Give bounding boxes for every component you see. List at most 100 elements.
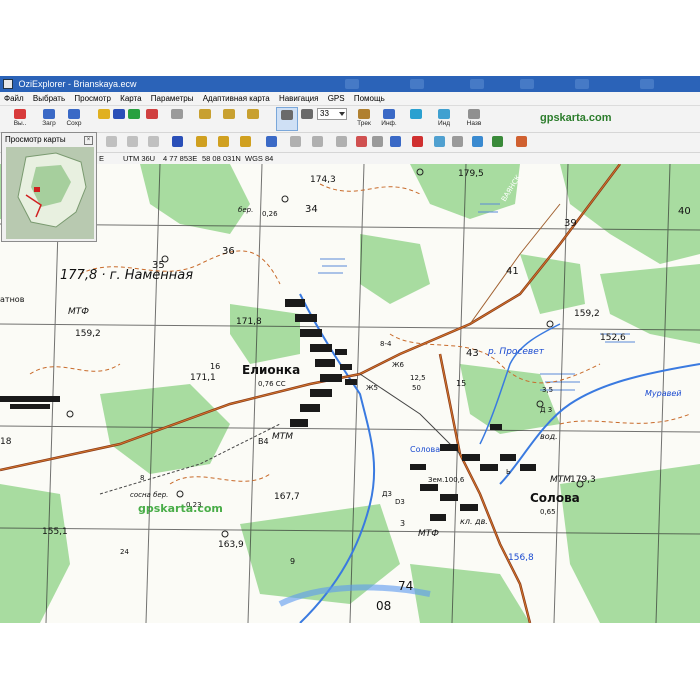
menu-navigation[interactable]: Навигация — [276, 92, 322, 105]
map-number-label: D3 — [395, 498, 405, 506]
height-label: 163,9 — [218, 540, 244, 550]
event-tool-button[interactable] — [141, 107, 163, 131]
zoom-level-select[interactable]: 33 — [317, 108, 347, 120]
tool-icon[interactable] — [516, 136, 527, 147]
atnov-label: атнов — [0, 295, 25, 304]
height-label: 156,8 — [508, 553, 534, 563]
info-button[interactable]: Инф. — [378, 107, 400, 131]
height-label: Д 3 — [540, 406, 552, 414]
zoom-in-button[interactable] — [276, 107, 298, 131]
zoom-out-button[interactable] — [296, 107, 318, 131]
menu-file[interactable]: Файл — [1, 92, 27, 105]
grid-number-label: 08 — [376, 599, 391, 613]
height-label: 0,76 СС — [258, 380, 286, 388]
pnt-icon[interactable] — [266, 136, 277, 147]
map-tool-button[interactable] — [166, 107, 188, 131]
tool-icon[interactable] — [434, 136, 445, 147]
taskbar-ghost-icon — [520, 79, 534, 89]
load-button[interactable]: Загр — [38, 107, 60, 131]
proximity-tool-button[interactable] — [242, 107, 264, 131]
secondary-toolbar — [0, 133, 700, 153]
exit-button[interactable]: Вы.. — [9, 107, 31, 131]
tool-icon[interactable] — [492, 136, 503, 147]
map-icon[interactable] — [172, 136, 183, 147]
northing-readout: 58 08 031N — [202, 154, 241, 163]
datum-readout: WGS 84 — [245, 154, 274, 163]
rte-icon[interactable] — [218, 136, 229, 147]
indicator-button[interactable]: Инд — [433, 107, 455, 131]
names-icon — [468, 109, 480, 119]
track-button[interactable]: Трек — [353, 107, 375, 131]
zoom-100-icon[interactable] — [106, 136, 117, 147]
muravei-label: Муравей — [645, 389, 681, 398]
save-button[interactable]: Сохр — [63, 107, 85, 131]
height-label: 155,1 — [42, 527, 68, 537]
height-label: 171,8 — [236, 317, 262, 327]
menu-select[interactable]: Выбрать — [30, 92, 68, 105]
chart-icon[interactable] — [452, 136, 463, 147]
height-label: 152,6 — [600, 333, 626, 343]
overview-map[interactable] — [6, 147, 94, 239]
zoom-300-icon[interactable] — [148, 136, 159, 147]
map-number-label: Д3 — [382, 490, 392, 498]
map-number-label: 18 — [0, 437, 12, 447]
tool-icon[interactable] — [312, 136, 323, 147]
grid-number-label: 40 — [678, 206, 691, 217]
grid-tool-button[interactable] — [194, 107, 216, 131]
height-label: 0,26 — [262, 210, 278, 218]
trk-icon[interactable] — [240, 136, 251, 147]
sosna-ber-label: сосна бер. — [130, 491, 168, 499]
mtf-south-label: МТФ — [418, 529, 439, 539]
map-canvas[interactable]: 177,8 · г. Наменная Елионка Солова Солов… — [0, 164, 700, 623]
map-number-label: 16 — [210, 362, 220, 371]
height-label: 159,2 — [574, 309, 600, 319]
menu-gps[interactable]: GPS — [325, 92, 348, 105]
watermark-label: gpskarta.com — [138, 502, 223, 515]
wp-icon[interactable] — [196, 136, 207, 147]
map-tool-icon — [171, 109, 183, 119]
load-icon — [43, 109, 55, 119]
name-tool-button[interactable] — [218, 107, 240, 131]
filter-icon[interactable] — [472, 136, 483, 147]
app-icon — [3, 79, 13, 89]
mtm-east-label: МТМ — [550, 475, 571, 485]
menu-view[interactable]: Просмотр — [71, 92, 114, 105]
height-label: 0,65 — [540, 508, 556, 516]
grid-number-label: 74 — [398, 579, 413, 593]
height-label: 171,1 — [190, 373, 216, 383]
map-overview-panel[interactable]: Просмотр карты × — [1, 132, 97, 242]
track-tool-icon — [128, 109, 140, 119]
menu-map[interactable]: Карта — [117, 92, 144, 105]
marsh-areas — [318, 203, 635, 391]
mtf-west-label: МТФ — [68, 307, 89, 317]
anchor-icon[interactable] — [390, 136, 401, 147]
ber-label: бер. — [238, 206, 253, 214]
topo-map: 177,8 · г. Наменная Елионка Солова Солов… — [0, 164, 700, 623]
tool-icon[interactable] — [290, 136, 301, 147]
menu-bar: Файл Выбрать Просмотр Карта Параметры Ад… — [0, 92, 700, 106]
close-icon[interactable]: × — [84, 136, 93, 145]
event-icon — [146, 109, 158, 119]
title-bar[interactable]: OziExplorer - Brianskaya.ecw — [0, 76, 700, 92]
menu-settings[interactable]: Параметры — [148, 92, 197, 105]
height-label: 179,3 — [570, 475, 596, 485]
target-icon[interactable] — [412, 136, 423, 147]
tool-icon[interactable] — [356, 136, 367, 147]
map-number-label: 9 — [290, 557, 295, 566]
height-label: 12,5 — [410, 374, 426, 382]
info-icon — [383, 109, 395, 119]
zoom-out-icon — [301, 109, 313, 119]
menu-help[interactable]: Помощь — [351, 92, 388, 105]
taskbar-ghost-icon — [640, 79, 654, 89]
zoom-200-icon[interactable] — [127, 136, 138, 147]
menu-adaptive-map[interactable]: Адаптивная карта — [200, 92, 273, 105]
name-tool-icon — [223, 109, 235, 119]
names-button[interactable]: Назв — [463, 107, 485, 131]
move-map-button[interactable] — [405, 107, 427, 131]
village-elionka-label: Елионка — [242, 363, 300, 377]
overview-thumbnail — [6, 147, 94, 239]
tool-icon[interactable] — [372, 136, 383, 147]
map-number-label: Ь — [506, 468, 511, 476]
tool-icon[interactable] — [336, 136, 347, 147]
river-solova-label: Солова — [410, 445, 440, 454]
